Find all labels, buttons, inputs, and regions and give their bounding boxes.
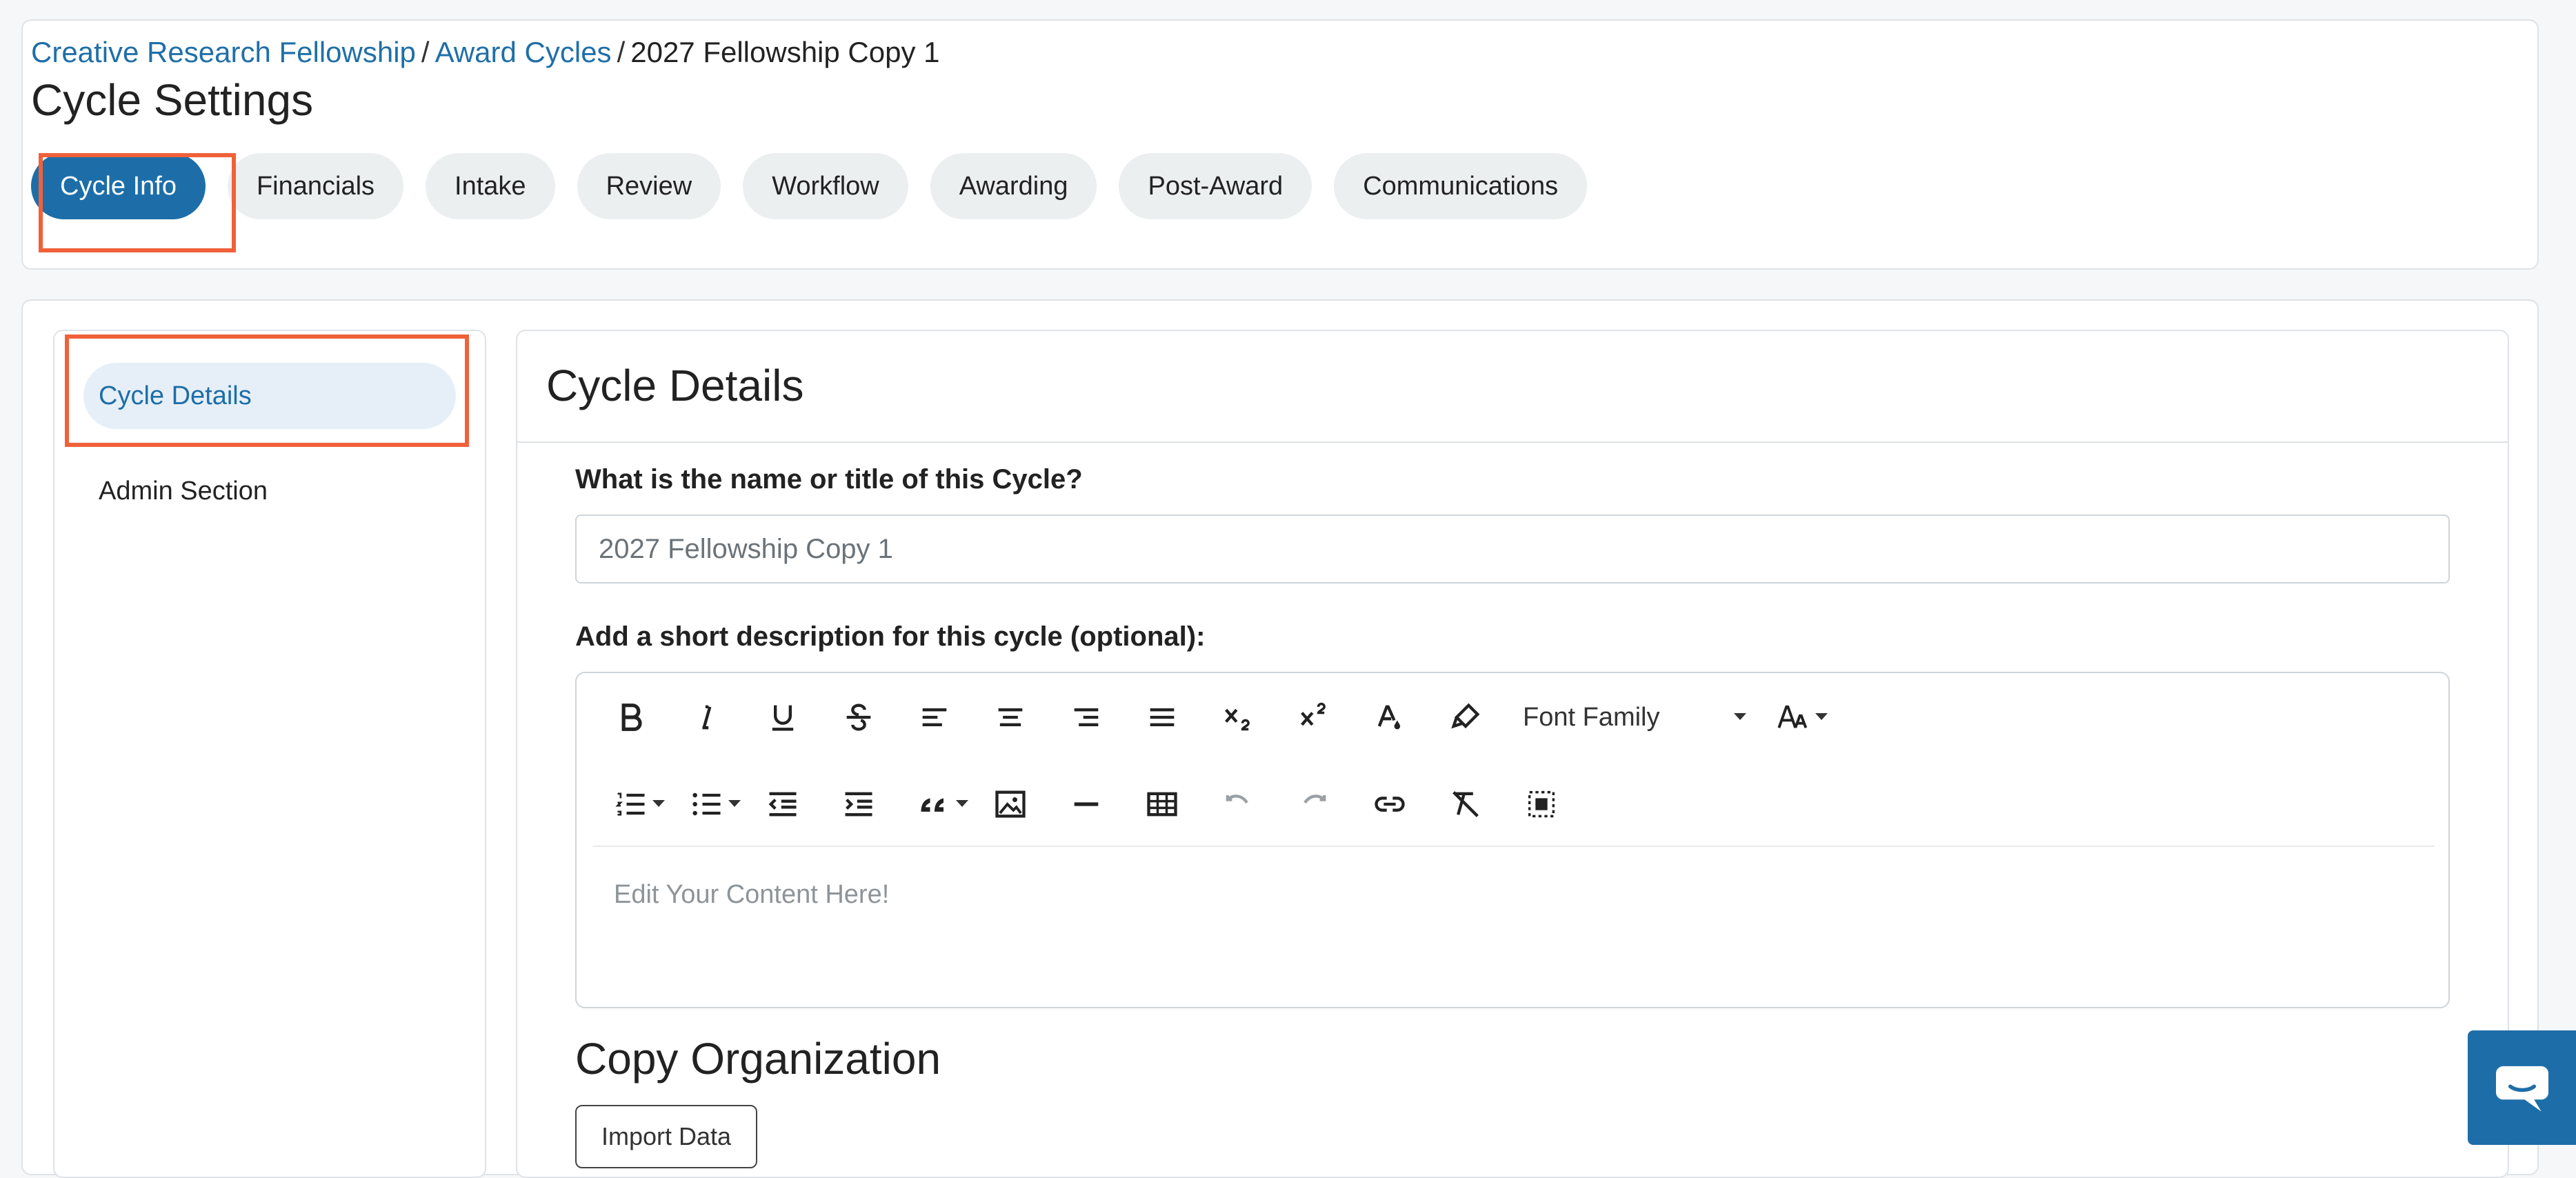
font-family-label: Font Family [1523, 702, 1660, 732]
align-justify-icon [1150, 708, 1175, 726]
underline-icon [772, 705, 794, 731]
tab-post-award[interactable]: Post-Award [1119, 153, 1312, 219]
underline-button[interactable] [745, 684, 821, 750]
chevron-down-icon [956, 800, 968, 807]
font-family-dropdown[interactable]: Font Family [1504, 684, 1756, 750]
highlight-button[interactable] [1428, 684, 1504, 750]
editor-toolbar-row-1: Font Family [593, 684, 1832, 750]
undo-button[interactable] [1200, 771, 1276, 837]
align-left-button[interactable] [897, 684, 972, 750]
quote-icon [921, 798, 943, 812]
font-size-icon [1777, 705, 1808, 728]
insert-link-button[interactable] [1352, 771, 1428, 837]
font-size-button[interactable] [1756, 684, 1832, 750]
cycle-details-panel: Cycle Details What is the name or title … [516, 330, 2509, 1178]
editor-toolbar-row-2 [593, 771, 1579, 837]
breadcrumb-current: 2027 Fellowship Copy 1 [630, 36, 940, 68]
tab-intake[interactable]: Intake [426, 153, 555, 219]
panel-header: Cycle Details [517, 331, 2508, 443]
superscript-button[interactable] [1276, 684, 1352, 750]
tab-review[interactable]: Review [577, 153, 721, 219]
link-icon [1375, 797, 1405, 812]
ordered-list-button[interactable] [593, 771, 669, 837]
redo-icon [1304, 795, 1326, 804]
align-right-button[interactable] [1048, 684, 1124, 750]
tab-financials[interactable]: Financials [227, 153, 404, 219]
chevron-down-icon [1734, 713, 1746, 720]
select-all-icon [1528, 790, 1555, 818]
horizontal-rule-icon [1074, 802, 1099, 806]
panel-title: Cycle Details [546, 361, 804, 410]
import-data-button[interactable]: Import Data [575, 1105, 757, 1168]
breadcrumb-separator: / [617, 36, 626, 68]
cycle-name-input[interactable] [575, 515, 2450, 583]
text-color-icon [1377, 705, 1401, 730]
description-editor: Font Family Edit Your Content Here! [575, 672, 2450, 1008]
clear-format-icon [1452, 791, 1479, 817]
bold-icon [621, 703, 642, 731]
breadcrumb-separator: / [421, 36, 430, 68]
ordered-list-icon [615, 792, 645, 816]
insert-image-button[interactable] [972, 771, 1048, 837]
sidenav-item-admin-section[interactable]: Admin Section [83, 458, 456, 524]
chat-launcher-button[interactable] [2468, 1030, 2576, 1145]
unordered-list-button[interactable] [669, 771, 745, 837]
align-justify-button[interactable] [1124, 684, 1200, 750]
description-label: Add a short description for this cycle (… [575, 621, 1206, 652]
superscript-icon [1301, 702, 1326, 726]
horizontal-rule-button[interactable] [1048, 771, 1124, 837]
breadcrumb: Creative Research Fellowship / Award Cycle… [31, 33, 940, 72]
indent-icon [845, 792, 872, 817]
align-right-icon [1074, 708, 1099, 726]
cycle-name-label: What is the name or title of this Cycle? [575, 464, 1083, 495]
outdent-icon [768, 792, 797, 817]
select-all-button[interactable] [1504, 771, 1579, 837]
italic-icon [702, 705, 712, 730]
strikethrough-button[interactable] [821, 684, 897, 750]
bold-button[interactable] [593, 684, 669, 750]
breadcrumb-program-link[interactable]: Creative Research Fellowship [31, 36, 416, 68]
align-center-button[interactable] [972, 684, 1048, 750]
tab-communications[interactable]: Communications [1334, 153, 1588, 219]
breadcrumb-award-cycles-link[interactable]: Award Cycles [435, 36, 612, 68]
tab-workflow[interactable]: Workflow [743, 153, 908, 219]
chevron-down-icon [652, 800, 665, 807]
chevron-down-icon [728, 800, 741, 807]
italic-button[interactable] [669, 684, 745, 750]
table-icon [1147, 792, 1177, 817]
editor-content-area[interactable]: Edit Your Content Here! [614, 880, 889, 910]
settings-tabs: Cycle Info Financials Intake Review Work… [31, 153, 1588, 219]
outdent-button[interactable] [745, 771, 821, 837]
highlight-icon [1451, 703, 1480, 729]
redo-button[interactable] [1276, 771, 1352, 837]
sidenav-item-cycle-details[interactable]: Cycle Details [83, 363, 456, 429]
text-color-button[interactable] [1352, 684, 1428, 750]
chevron-down-icon [1815, 713, 1828, 720]
page-title: Cycle Settings [31, 75, 314, 125]
unordered-list-icon [692, 792, 721, 816]
editor-toolbar-divider [593, 846, 2435, 847]
tab-awarding[interactable]: Awarding [930, 153, 1097, 219]
insert-table-button[interactable] [1124, 771, 1200, 837]
indent-button[interactable] [821, 771, 897, 837]
tab-cycle-info[interactable]: Cycle Info [31, 153, 206, 219]
quote-button[interactable] [897, 771, 972, 837]
align-center-icon [998, 708, 1023, 726]
copy-organization-title: Copy Organization [575, 1034, 941, 1084]
subscript-button[interactable] [1200, 684, 1276, 750]
strikethrough-icon [846, 703, 871, 731]
align-left-icon [922, 708, 947, 726]
undo-icon [1226, 795, 1248, 804]
image-icon [995, 790, 1026, 818]
chat-bubble-icon [2495, 1066, 2548, 1112]
clear-format-button[interactable] [1428, 771, 1504, 837]
section-sidenav: Cycle Details Admin Section [53, 330, 486, 1178]
subscript-icon [1225, 708, 1250, 731]
